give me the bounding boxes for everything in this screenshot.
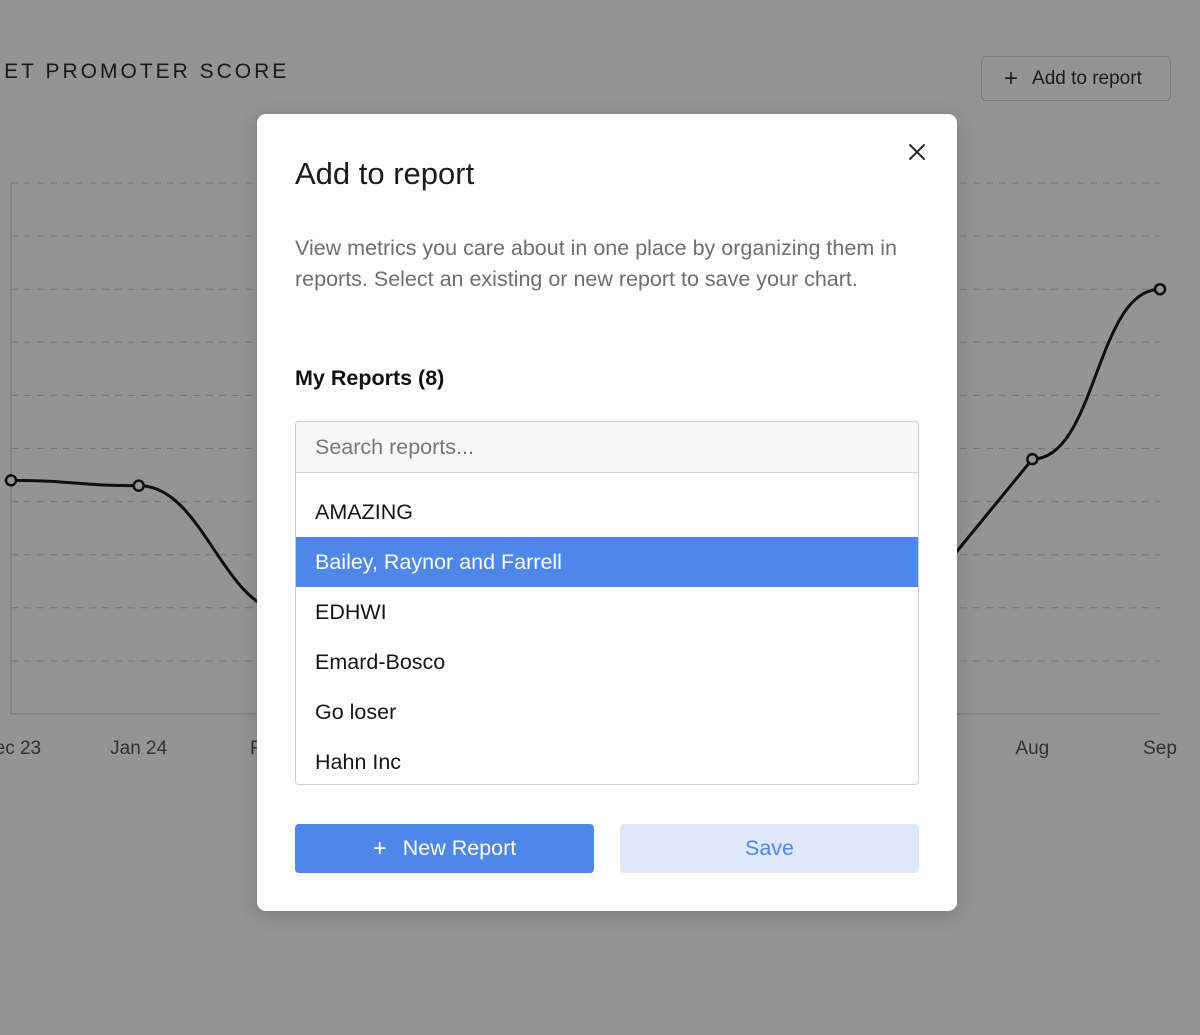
add-to-report-dialog: Add to report View metrics you care abou… (257, 114, 957, 911)
new-report-label: New Report (402, 836, 517, 860)
report-picker: AMAZINGBailey, Raynor and FarrellEDHWIEm… (295, 421, 919, 785)
close-icon[interactable] (905, 140, 929, 164)
report-item[interactable]: Bailey, Raynor and Farrell (296, 537, 918, 587)
report-item[interactable]: Hahn Inc (296, 737, 918, 784)
report-item[interactable]: Emard-Bosco (296, 637, 918, 687)
new-report-button[interactable]: + New Report (295, 824, 594, 873)
report-list: AMAZING Bailey, Raynor and Farrell EDHWI Em… (296, 473, 918, 784)
dialog-title: Add to report (295, 156, 475, 191)
save-button[interactable]: Save (620, 824, 919, 873)
my-reports-heading: My Reports (8) (295, 366, 445, 390)
dialog-description: View metrics you care about in one place… (295, 236, 897, 291)
report-item[interactable]: AMAZING (296, 487, 918, 537)
report-item[interactable]: Go loser (296, 687, 918, 737)
search-reports-input[interactable] (296, 422, 918, 473)
plus-icon: + (372, 834, 387, 862)
report-item[interactable]: EDHWI (296, 587, 918, 637)
